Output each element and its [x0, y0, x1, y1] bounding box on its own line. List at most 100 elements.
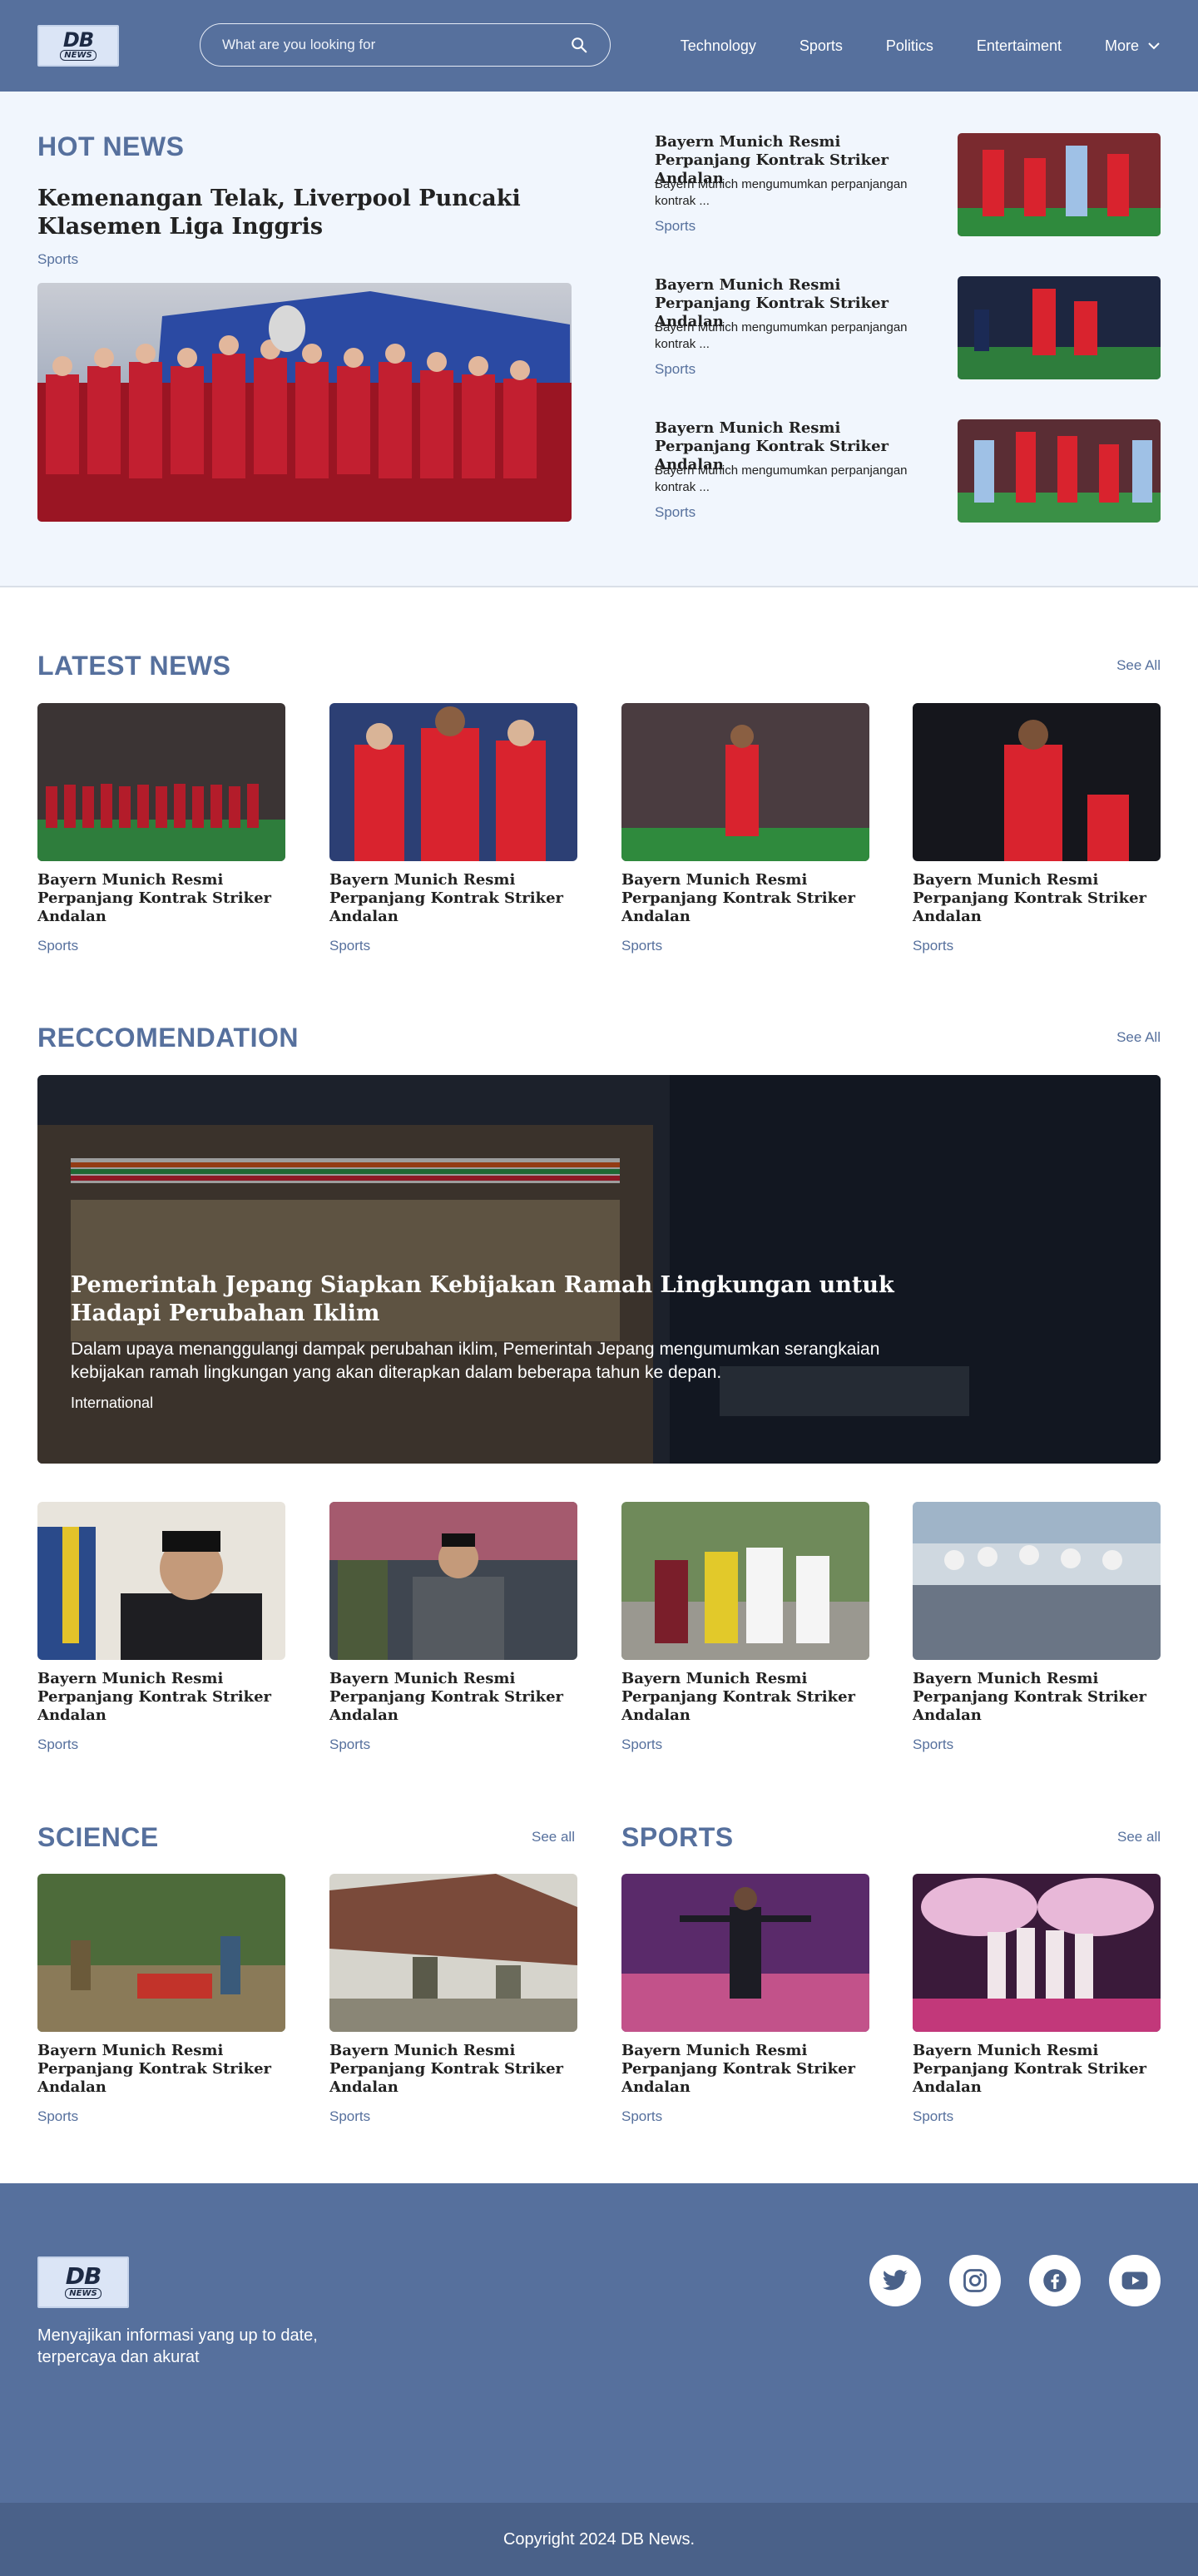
side-item-category[interactable]: Sports — [655, 218, 696, 235]
card-title[interactable]: Bayern Munich Resmi Perpanjang Kontrak S… — [621, 871, 869, 926]
nav-more[interactable]: More — [1105, 37, 1161, 55]
sports-card[interactable]: Bayern Munich Resmi Perpanjang Kontrak S… — [621, 1874, 869, 2125]
card-image[interactable] — [621, 1502, 869, 1660]
featured-category[interactable]: International — [71, 1395, 986, 1412]
card-title[interactable]: Bayern Munich Resmi Perpanjang Kontrak S… — [37, 1670, 285, 1725]
card-category[interactable]: Sports — [37, 938, 285, 954]
nav-technology[interactable]: Technology — [681, 37, 756, 55]
card-image[interactable] — [37, 1874, 285, 2032]
card-category[interactable]: Sports — [913, 1736, 1161, 1753]
science-card[interactable]: Bayern Munich Resmi Perpanjang Kontrak S… — [37, 1874, 285, 2125]
card-category[interactable]: Sports — [37, 2108, 285, 2125]
side-item-excerpt: Bayern Munich mengumumkan perpanjangan k… — [655, 177, 908, 208]
card-title[interactable]: Bayern Munich Resmi Perpanjang Kontrak S… — [329, 2042, 577, 2097]
side-item-excerpt: Bayern Munich mengumumkan perpanjangan k… — [655, 463, 908, 494]
card-image[interactable] — [621, 1874, 869, 2032]
facebook-icon[interactable] — [1029, 2255, 1081, 2306]
card-category[interactable]: Sports — [621, 938, 869, 954]
card-image[interactable] — [329, 1502, 577, 1660]
youtube-icon[interactable] — [1109, 2255, 1161, 2306]
sports-card[interactable]: Bayern Munich Resmi Perpanjang Kontrak S… — [913, 1874, 1161, 2125]
hot-side-item[interactable]: Bayern Munich Resmi Perpanjang Kontrak S… — [655, 276, 1161, 379]
card-image[interactable] — [329, 703, 577, 861]
search-icon[interactable] — [570, 36, 588, 54]
card-title[interactable]: Bayern Munich Resmi Perpanjang Kontrak S… — [621, 1670, 869, 1725]
latest-card[interactable]: Bayern Munich Resmi Perpanjang Kontrak S… — [913, 703, 1161, 954]
site-footer: DB NEWS Menyajikan informasi yang up to … — [0, 2183, 1198, 2503]
latest-card[interactable]: Bayern Munich Resmi Perpanjang Kontrak S… — [621, 703, 869, 954]
card-image[interactable] — [913, 1874, 1161, 2032]
reco-card[interactable]: Bayern Munich Resmi Perpanjang Kontrak S… — [621, 1502, 869, 1753]
hot-image[interactable] — [37, 283, 572, 522]
card-title[interactable]: Bayern Munich Resmi Perpanjang Kontrak S… — [37, 871, 285, 926]
hot-headline[interactable]: Kemenangan Telak, Liverpool Puncaki Klas… — [37, 185, 537, 241]
card-category[interactable]: Sports — [37, 1736, 285, 1753]
nav-sports[interactable]: Sports — [799, 37, 843, 55]
main-nav: Technology Sports Politics Entertaiment … — [637, 0, 1161, 92]
card-title[interactable]: Bayern Munich Resmi Perpanjang Kontrak S… — [329, 1670, 577, 1725]
card-image[interactable] — [913, 1502, 1161, 1660]
sports-title: SPORTS — [621, 1822, 734, 1852]
card-category[interactable]: Sports — [329, 2108, 577, 2125]
hot-side-item[interactable]: Bayern Munich Resmi Perpanjang Kontrak S… — [655, 133, 1161, 236]
card-title[interactable]: Bayern Munich Resmi Perpanjang Kontrak S… — [621, 2042, 869, 2097]
side-item-image[interactable] — [958, 133, 1161, 236]
card-title[interactable]: Bayern Munich Resmi Perpanjang Kontrak S… — [913, 2042, 1161, 2097]
nav-politics[interactable]: Politics — [886, 37, 933, 55]
science-see-all-link[interactable]: See all — [532, 1829, 575, 1845]
card-category[interactable]: Sports — [329, 938, 577, 954]
side-item-category[interactable]: Sports — [655, 361, 696, 378]
side-item-image[interactable] — [958, 276, 1161, 379]
card-category[interactable]: Sports — [329, 1736, 577, 1753]
card-category[interactable]: Sports — [621, 1736, 869, 1753]
side-item-category[interactable]: Sports — [655, 504, 696, 521]
reco-card[interactable]: Bayern Munich Resmi Perpanjang Kontrak S… — [37, 1502, 285, 1753]
featured-title[interactable]: Pemerintah Jepang Siapkan Kebijakan Rama… — [71, 1271, 969, 1328]
card-image[interactable] — [329, 1874, 577, 2032]
hot-category[interactable]: Sports — [37, 251, 78, 268]
chevron-down-icon — [1148, 42, 1160, 50]
copyright-bar: Copyright 2024 DB News. — [0, 2503, 1198, 2576]
card-title[interactable]: Bayern Munich Resmi Perpanjang Kontrak S… — [37, 2042, 285, 2097]
science-title: SCIENCE — [37, 1822, 159, 1852]
latest-card[interactable]: Bayern Munich Resmi Perpanjang Kontrak S… — [37, 703, 285, 954]
card-category[interactable]: Sports — [621, 2108, 869, 2125]
hot-side-item[interactable]: Bayern Munich Resmi Perpanjang Kontrak S… — [655, 419, 1161, 523]
recommendation-title: RECCOMENDATION — [37, 1023, 299, 1053]
latest-news-title: LATEST NEWS — [37, 651, 231, 681]
hot-news-section: HOT NEWS Kemenangan Telak, Liverpool Pun… — [0, 92, 1198, 587]
reco-card[interactable]: Bayern Munich Resmi Perpanjang Kontrak S… — [329, 1502, 577, 1753]
search-input[interactable]: What are you looking for — [200, 23, 611, 67]
nav-more-label: More — [1104, 37, 1139, 54]
hot-news-title: HOT NEWS — [37, 131, 185, 161]
card-category[interactable]: Sports — [913, 2108, 1161, 2125]
footer-logo-subtext: NEWS — [65, 2288, 101, 2299]
card-image[interactable] — [37, 703, 285, 861]
featured-excerpt: Dalam upaya menanggulangi dampak perubah… — [71, 1340, 880, 1382]
site-logo[interactable]: DB NEWS — [37, 25, 119, 67]
reco-card[interactable]: Bayern Munich Resmi Perpanjang Kontrak S… — [913, 1502, 1161, 1753]
card-title[interactable]: Bayern Munich Resmi Perpanjang Kontrak S… — [329, 871, 577, 926]
card-title[interactable]: Bayern Munich Resmi Perpanjang Kontrak S… — [913, 871, 1161, 926]
card-image[interactable] — [621, 703, 869, 861]
latest-card[interactable]: Bayern Munich Resmi Perpanjang Kontrak S… — [329, 703, 577, 954]
recommendation-see-all-link[interactable]: See All — [1116, 1029, 1161, 1046]
side-item-excerpt: Bayern Munich mengumumkan perpanjangan k… — [655, 320, 908, 351]
nav-entertainment[interactable]: Entertaiment — [977, 37, 1062, 55]
featured-article[interactable]: Pemerintah Jepang Siapkan Kebijakan Rama… — [37, 1075, 1161, 1464]
card-title[interactable]: Bayern Munich Resmi Perpanjang Kontrak S… — [913, 1670, 1161, 1725]
latest-see-all-link[interactable]: See All — [1116, 657, 1161, 674]
footer-logo[interactable]: DB NEWS — [37, 2256, 129, 2308]
site-header: DB NEWS What are you looking for Technol… — [0, 0, 1198, 92]
search-placeholder: What are you looking for — [222, 37, 376, 52]
sports-see-all-link[interactable]: See all — [1117, 1829, 1161, 1845]
logo-subtext: NEWS — [60, 50, 97, 61]
twitter-icon[interactable] — [869, 2255, 921, 2306]
science-card[interactable]: Bayern Munich Resmi Perpanjang Kontrak S… — [329, 1874, 577, 2125]
instagram-icon[interactable] — [949, 2255, 1001, 2306]
side-item-image[interactable] — [958, 419, 1161, 523]
card-image[interactable] — [37, 1502, 285, 1660]
footer-logo-text: DB — [65, 2262, 102, 2290]
card-category[interactable]: Sports — [913, 938, 1161, 954]
card-image[interactable] — [913, 703, 1161, 861]
